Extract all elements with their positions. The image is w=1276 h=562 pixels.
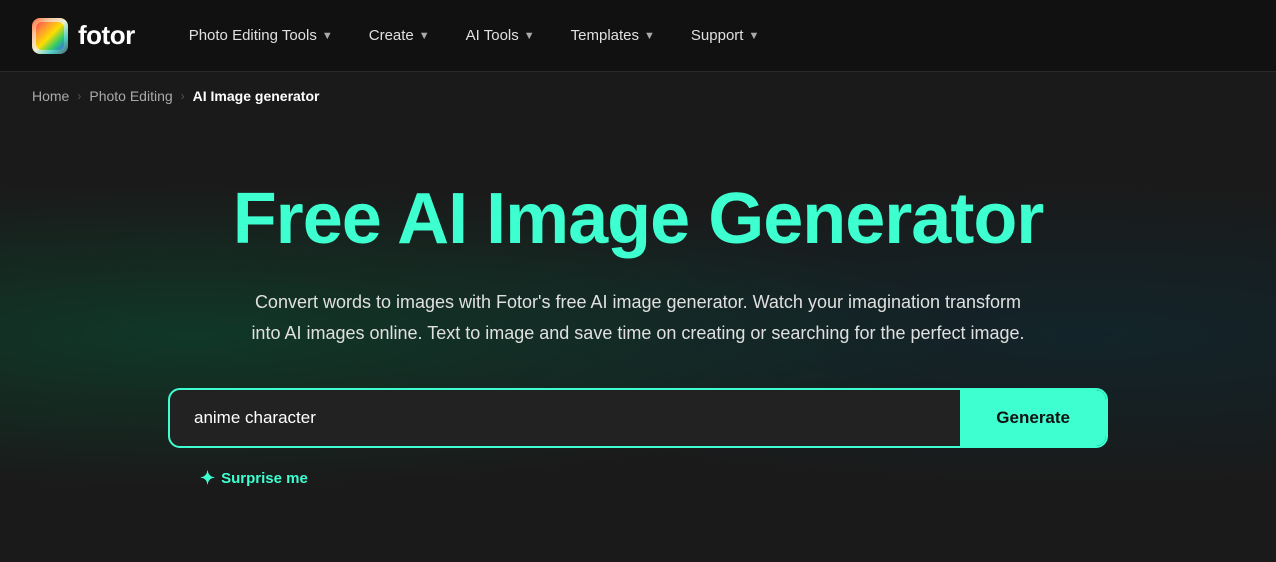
nav-item-create[interactable]: Create ▼ xyxy=(355,19,444,52)
breadcrumb: Home › Photo Editing › AI Image generato… xyxy=(0,72,1276,120)
search-area: Generate xyxy=(168,388,1108,448)
nav-item-templates[interactable]: Templates ▼ xyxy=(557,19,669,52)
nav-photo-editing-tools-label: Photo Editing Tools xyxy=(189,27,317,44)
chevron-down-icon: ▼ xyxy=(322,30,333,42)
nav-item-support[interactable]: Support ▼ xyxy=(677,19,773,52)
nav-item-photo-editing-tools[interactable]: Photo Editing Tools ▼ xyxy=(175,19,347,52)
nav-templates-label: Templates xyxy=(571,27,639,44)
breadcrumb-separator-1: › xyxy=(77,89,81,103)
breadcrumb-separator-2: › xyxy=(181,89,185,103)
breadcrumb-current: AI Image generator xyxy=(193,88,320,104)
logo[interactable]: fotor xyxy=(32,18,135,54)
nav-ai-tools-label: AI Tools xyxy=(466,27,519,44)
chevron-down-icon: ▼ xyxy=(748,30,759,42)
hero-title: Free AI Image Generator xyxy=(233,180,1044,259)
generate-button[interactable]: Generate xyxy=(960,390,1106,446)
hero-section: Free AI Image Generator Convert words to… xyxy=(0,120,1276,550)
nav-support-label: Support xyxy=(691,27,744,44)
nav-create-label: Create xyxy=(369,27,414,44)
breadcrumb-home[interactable]: Home xyxy=(32,88,69,104)
breadcrumb-photo-editing[interactable]: Photo Editing xyxy=(89,88,172,104)
logo-text: fotor xyxy=(78,20,135,51)
chevron-down-icon: ▼ xyxy=(644,30,655,42)
surprise-me-button[interactable]: ✦ Surprise me xyxy=(200,464,308,493)
nav-item-ai-tools[interactable]: AI Tools ▼ xyxy=(452,19,549,52)
chevron-down-icon: ▼ xyxy=(524,30,535,42)
prompt-input[interactable] xyxy=(170,390,960,446)
nav-items: Photo Editing Tools ▼ Create ▼ AI Tools … xyxy=(175,19,1244,52)
logo-icon xyxy=(32,18,68,54)
navbar: fotor Photo Editing Tools ▼ Create ▼ AI … xyxy=(0,0,1276,72)
hero-subtitle: Convert words to images with Fotor's fre… xyxy=(248,287,1028,348)
sparkle-icon: ✦ xyxy=(200,468,215,489)
chevron-down-icon: ▼ xyxy=(419,30,430,42)
surprise-me-label: Surprise me xyxy=(221,470,308,487)
